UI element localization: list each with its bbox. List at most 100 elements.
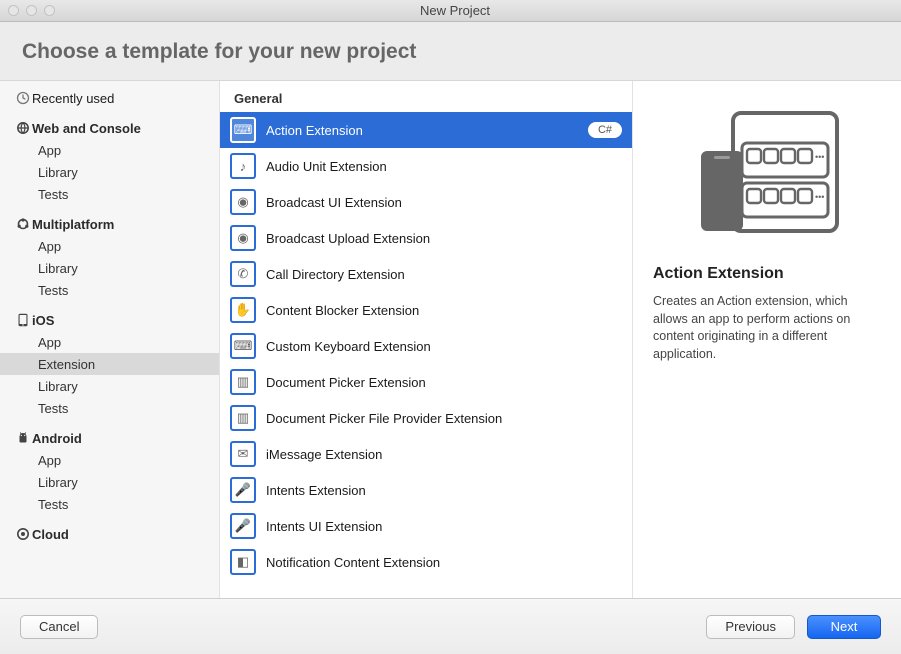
ios-icon (14, 313, 32, 327)
page-title: Choose a template for your new project (22, 40, 879, 64)
template-item[interactable]: ✋ Content Blocker Extension (220, 292, 632, 328)
template-icon: ✆ (230, 261, 256, 287)
sidebar-group-label: Cloud (32, 527, 69, 542)
sidebar-group[interactable]: Cloud (0, 523, 219, 545)
template-item[interactable]: ⌨ Action Extension C# (220, 112, 632, 148)
template-item[interactable]: 🎤 Intents UI Extension (220, 508, 632, 544)
template-name: Call Directory Extension (266, 267, 622, 282)
window-title: New Project (17, 3, 893, 18)
detail-pane: ••• ••• Action Extension Creates an Acti… (633, 81, 901, 598)
template-icon: ⌨ (230, 117, 256, 143)
sidebar-item[interactable]: App (0, 449, 219, 471)
cancel-button[interactable]: Cancel (20, 615, 98, 639)
template-icon: ▥ (230, 405, 256, 431)
template-icon: ♪ (230, 153, 256, 179)
sidebar-item[interactable]: App (0, 235, 219, 257)
sidebar-item-label: App (38, 143, 61, 158)
template-name: Intents UI Extension (266, 519, 622, 534)
sidebar-item-label: Library (38, 475, 78, 490)
sidebar-item[interactable]: Library (0, 375, 219, 397)
sidebar-item-label: App (38, 335, 61, 350)
template-item[interactable]: ▥ Document Picker File Provider Extension (220, 400, 632, 436)
sidebar-item-label: Tests (38, 497, 68, 512)
template-item[interactable]: ◉ Broadcast UI Extension (220, 184, 632, 220)
sidebar-group[interactable]: Web and Console (0, 117, 219, 139)
sidebar-item[interactable]: Library (0, 161, 219, 183)
template-list-pane: General ⌨Action ExtensionC#♪Audio Unit E… (220, 81, 633, 598)
titlebar: New Project (0, 0, 901, 22)
template-name: Custom Keyboard Extension (266, 339, 622, 354)
template-list: ⌨ Action Extension C# ♪ Audio Unit Extension… (220, 112, 632, 598)
sidebar-item-label: Tests (38, 401, 68, 416)
sidebar-group[interactable]: Multiplatform (0, 213, 219, 235)
sidebar-item[interactable]: Tests (0, 279, 219, 301)
sidebar-group-label: Web and Console (32, 121, 141, 136)
dialog-header: Choose a template for your new project (0, 22, 901, 78)
sidebar-item[interactable]: App (0, 139, 219, 161)
sidebar: Recently used Web and Console App Library Te… (0, 81, 220, 598)
android-icon (14, 431, 32, 445)
sidebar-item-label: Recently used (32, 91, 114, 106)
template-name: Action Extension (266, 123, 578, 138)
sidebar-item-label: Library (38, 165, 78, 180)
template-item[interactable]: ✉ iMessage Extension (220, 436, 632, 472)
template-item[interactable]: ◧ Notification Content Extension (220, 544, 632, 580)
template-name: Content Blocker Extension (266, 303, 622, 318)
dialog-footer: Cancel Previous Next (0, 598, 901, 654)
template-name: Broadcast Upload Extension (266, 231, 622, 246)
sidebar-item[interactable]: Tests (0, 397, 219, 419)
sidebar-recently-used[interactable]: Recently used (0, 87, 219, 109)
svg-text:•••: ••• (815, 152, 824, 162)
sidebar-item-label: Library (38, 261, 78, 276)
globe-icon (14, 121, 32, 135)
template-name: Document Picker File Provider Extension (266, 411, 622, 426)
template-item[interactable]: ◉ Broadcast Upload Extension (220, 220, 632, 256)
sidebar-item[interactable]: Extension (0, 353, 219, 375)
svg-text:•••: ••• (815, 192, 824, 202)
template-icon: ▥ (230, 369, 256, 395)
detail-description: Creates an Action extension, which allow… (653, 293, 881, 363)
sidebar-item[interactable]: App (0, 331, 219, 353)
template-icon: ⌨ (230, 333, 256, 359)
sidebar-item-label: Extension (38, 357, 95, 372)
sidebar-item-label: Tests (38, 283, 68, 298)
detail-preview: ••• ••• (653, 107, 881, 237)
template-name: Intents Extension (266, 483, 622, 498)
sidebar-group-label: iOS (32, 313, 54, 328)
sidebar-item[interactable]: Library (0, 257, 219, 279)
sidebar-item-label: App (38, 453, 61, 468)
template-item[interactable]: ▥ Document Picker Extension (220, 364, 632, 400)
sidebar-item[interactable]: Tests (0, 183, 219, 205)
template-icon: 🎤 (230, 477, 256, 503)
template-icon: ✋ (230, 297, 256, 323)
detail-title: Action Extension (653, 265, 881, 283)
sidebar-item-label: App (38, 239, 61, 254)
template-icon: ◉ (230, 189, 256, 215)
sidebar-item-label: Library (38, 379, 78, 394)
template-name: Audio Unit Extension (266, 159, 622, 174)
sidebar-group[interactable]: iOS (0, 309, 219, 331)
template-icon: ◧ (230, 549, 256, 575)
template-item[interactable]: ✆ Call Directory Extension (220, 256, 632, 292)
template-name: Document Picker Extension (266, 375, 622, 390)
template-item[interactable]: ♪ Audio Unit Extension (220, 148, 632, 184)
sidebar-item[interactable]: Library (0, 471, 219, 493)
clock-icon (14, 91, 32, 105)
cloud-icon (14, 527, 32, 541)
template-icon: ✉ (230, 441, 256, 467)
template-icon: ◉ (230, 225, 256, 251)
template-name: iMessage Extension (266, 447, 622, 462)
sidebar-item[interactable]: Tests (0, 493, 219, 515)
sidebar-group-label: Multiplatform (32, 217, 114, 232)
sidebar-item-label: Tests (38, 187, 68, 202)
template-icon: 🎤 (230, 513, 256, 539)
language-badge: C# (588, 122, 622, 138)
template-name: Broadcast UI Extension (266, 195, 622, 210)
template-item[interactable]: ⌨ Custom Keyboard Extension (220, 328, 632, 364)
template-name: Notification Content Extension (266, 555, 622, 570)
next-button[interactable]: Next (807, 615, 881, 639)
template-item[interactable]: 🎤 Intents Extension (220, 472, 632, 508)
previous-button[interactable]: Previous (706, 615, 795, 639)
sidebar-group[interactable]: Android (0, 427, 219, 449)
sidebar-group-label: Android (32, 431, 82, 446)
